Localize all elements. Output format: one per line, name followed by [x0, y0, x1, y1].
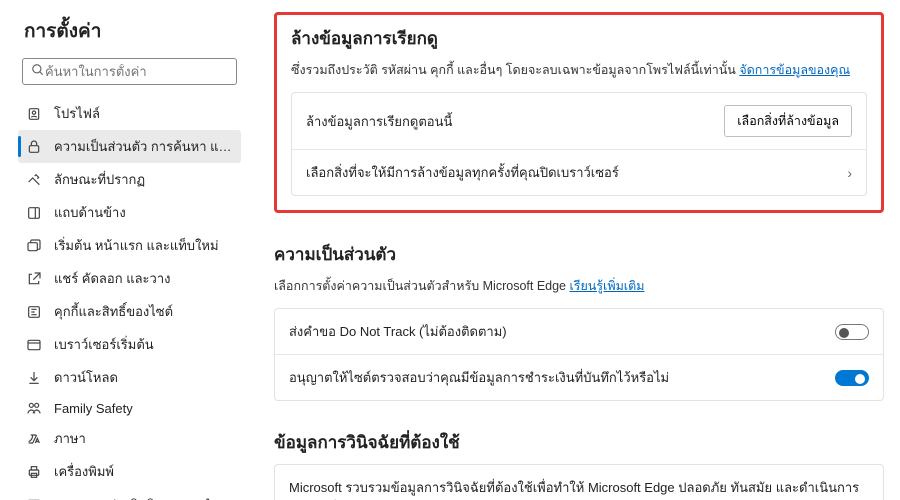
- nav-label: โปรไฟล์: [54, 103, 233, 124]
- tabs-icon: [26, 238, 42, 254]
- nav-label: Family Safety: [54, 401, 233, 416]
- profile-icon: [26, 106, 42, 122]
- nav-label: ภาษา: [54, 428, 233, 449]
- nav-label: คุกกี้และสิทธิ์ของไซต์: [54, 301, 233, 322]
- nav-item-cookies[interactable]: คุกกี้และสิทธิ์ของไซต์: [18, 295, 241, 328]
- settings-nav: โปรไฟล์ความเป็นส่วนตัว การค้นหา และบริกา…: [18, 97, 241, 500]
- do-not-track-toggle[interactable]: [835, 324, 869, 340]
- settings-main: ล้างข้อมูลการเรียกดู ซึ่งรวมถึงประวัติ ร…: [250, 0, 900, 500]
- clear-data-title: ล้างข้อมูลการเรียกดู: [291, 25, 867, 52]
- download-icon: [26, 370, 42, 386]
- do-not-track-label: ส่งคำขอ Do Not Track (ไม่ต้องติดตาม): [289, 321, 835, 342]
- privacy-section: ความเป็นส่วนตัว เลือกการตั้งค่าความเป็นส…: [274, 241, 884, 401]
- diagnostics-title: ข้อมูลการวินิจฉัยที่ต้องใช้: [274, 429, 884, 456]
- clear-on-close-label: เลือกสิ่งที่จะให้มีการล้างข้อมูลทุกครั้ง…: [306, 162, 847, 183]
- diagnostics-card: Microsoft รวบรวมข้อมูลการวินิจฉัยที่ต้อง…: [274, 464, 884, 500]
- nav-label: เครื่องพิมพ์: [54, 461, 233, 482]
- diagnostics-row: Microsoft รวบรวมข้อมูลการวินิจฉัยที่ต้อง…: [275, 465, 883, 500]
- family-icon: [26, 400, 42, 416]
- appearance-icon: [26, 172, 42, 188]
- nav-label: ความเป็นส่วนตัว การค้นหา และบริการ: [54, 136, 233, 157]
- diagnostics-text: Microsoft รวบรวมข้อมูลการวินิจฉัยที่ต้อง…: [289, 477, 869, 500]
- nav-item-share[interactable]: แชร์ คัดลอก และวาง: [18, 262, 241, 295]
- nav-label: แถบด้านข้าง: [54, 202, 233, 223]
- nav-item-sidebar[interactable]: แถบด้านข้าง: [18, 196, 241, 229]
- settings-title: การตั้งค่า: [24, 16, 241, 46]
- nav-item-family[interactable]: Family Safety: [18, 394, 241, 422]
- nav-item-profile[interactable]: โปรไฟล์: [18, 97, 241, 130]
- share-icon: [26, 271, 42, 287]
- language-icon: [26, 431, 42, 447]
- nav-item-default[interactable]: เบราว์เซอร์เริ่มต้น: [18, 328, 241, 361]
- privacy-card: ส่งคำขอ Do Not Track (ไม่ต้องติดตาม) อนุ…: [274, 308, 884, 401]
- search-input[interactable]: [45, 64, 228, 79]
- nav-item-lock[interactable]: ความเป็นส่วนตัว การค้นหา และบริการ: [18, 130, 241, 163]
- clear-data-desc: ซึ่งรวมถึงประวัติ รหัสผ่าน คุกกี้ และอื่…: [291, 60, 867, 80]
- payment-check-row: อนุญาตให้ไซต์ตรวจสอบว่าคุณมีข้อมูลการชำร…: [275, 354, 883, 400]
- nav-item-appearance[interactable]: ลักษณะที่ปรากฏ: [18, 163, 241, 196]
- diagnostics-section: ข้อมูลการวินิจฉัยที่ต้องใช้ Microsoft รว…: [274, 429, 884, 500]
- nav-label: ลักษณะที่ปรากฏ: [54, 169, 233, 190]
- clear-now-row: ล้างข้อมูลการเรียกดูตอนนี้ เลือกสิ่งที่ล…: [292, 93, 866, 149]
- settings-sidebar: การตั้งค่า โปรไฟล์ความเป็นส่วนตัว การค้น…: [0, 0, 250, 500]
- clear-now-label: ล้างข้อมูลการเรียกดูตอนนี้: [306, 111, 724, 132]
- nav-item-download[interactable]: ดาวน์โหลด: [18, 361, 241, 394]
- sidebar-icon: [26, 205, 42, 221]
- default-icon: [26, 337, 42, 353]
- nav-item-tabs[interactable]: เริ่มต้น หน้าแรก และแท็บใหม่: [18, 229, 241, 262]
- privacy-learn-more-link[interactable]: เรียนรู้เพิ่มเติม: [569, 279, 644, 293]
- nav-item-system[interactable]: ระบบและประสิทธิภาพการทำงาน: [18, 488, 241, 500]
- nav-item-printer[interactable]: เครื่องพิมพ์: [18, 455, 241, 488]
- clear-browsing-data-section: ล้างข้อมูลการเรียกดู ซึ่งรวมถึงประวัติ ร…: [274, 12, 884, 213]
- clear-data-card: ล้างข้อมูลการเรียกดูตอนนี้ เลือกสิ่งที่ล…: [291, 92, 867, 196]
- clear-on-close-row[interactable]: เลือกสิ่งที่จะให้มีการล้างข้อมูลทุกครั้ง…: [292, 149, 866, 195]
- payment-check-toggle[interactable]: [835, 370, 869, 386]
- nav-label: ระบบและประสิทธิภาพการทำงาน: [54, 494, 233, 500]
- chevron-right-icon: ›: [847, 165, 852, 181]
- payment-check-label: อนุญาตให้ไซต์ตรวจสอบว่าคุณมีข้อมูลการชำร…: [289, 367, 835, 388]
- cookies-icon: [26, 304, 42, 320]
- do-not-track-row: ส่งคำขอ Do Not Track (ไม่ต้องติดตาม): [275, 309, 883, 354]
- nav-label: เริ่มต้น หน้าแรก และแท็บใหม่: [54, 235, 233, 256]
- privacy-title: ความเป็นส่วนตัว: [274, 241, 884, 268]
- printer-icon: [26, 464, 42, 480]
- lock-icon: [26, 139, 42, 155]
- nav-label: ดาวน์โหลด: [54, 367, 233, 388]
- privacy-desc: เลือกการตั้งค่าความเป็นส่วนตัวสำหรับ Mic…: [274, 276, 884, 296]
- settings-search[interactable]: [22, 58, 237, 85]
- manage-your-data-link[interactable]: จัดการข้อมูลของคุณ: [739, 63, 850, 77]
- search-icon: [31, 63, 45, 80]
- system-icon: [26, 497, 42, 500]
- nav-label: เบราว์เซอร์เริ่มต้น: [54, 334, 233, 355]
- nav-label: แชร์ คัดลอก และวาง: [54, 268, 233, 289]
- choose-what-to-clear-button[interactable]: เลือกสิ่งที่ล้างข้อมูล: [724, 105, 852, 137]
- nav-item-language[interactable]: ภาษา: [18, 422, 241, 455]
